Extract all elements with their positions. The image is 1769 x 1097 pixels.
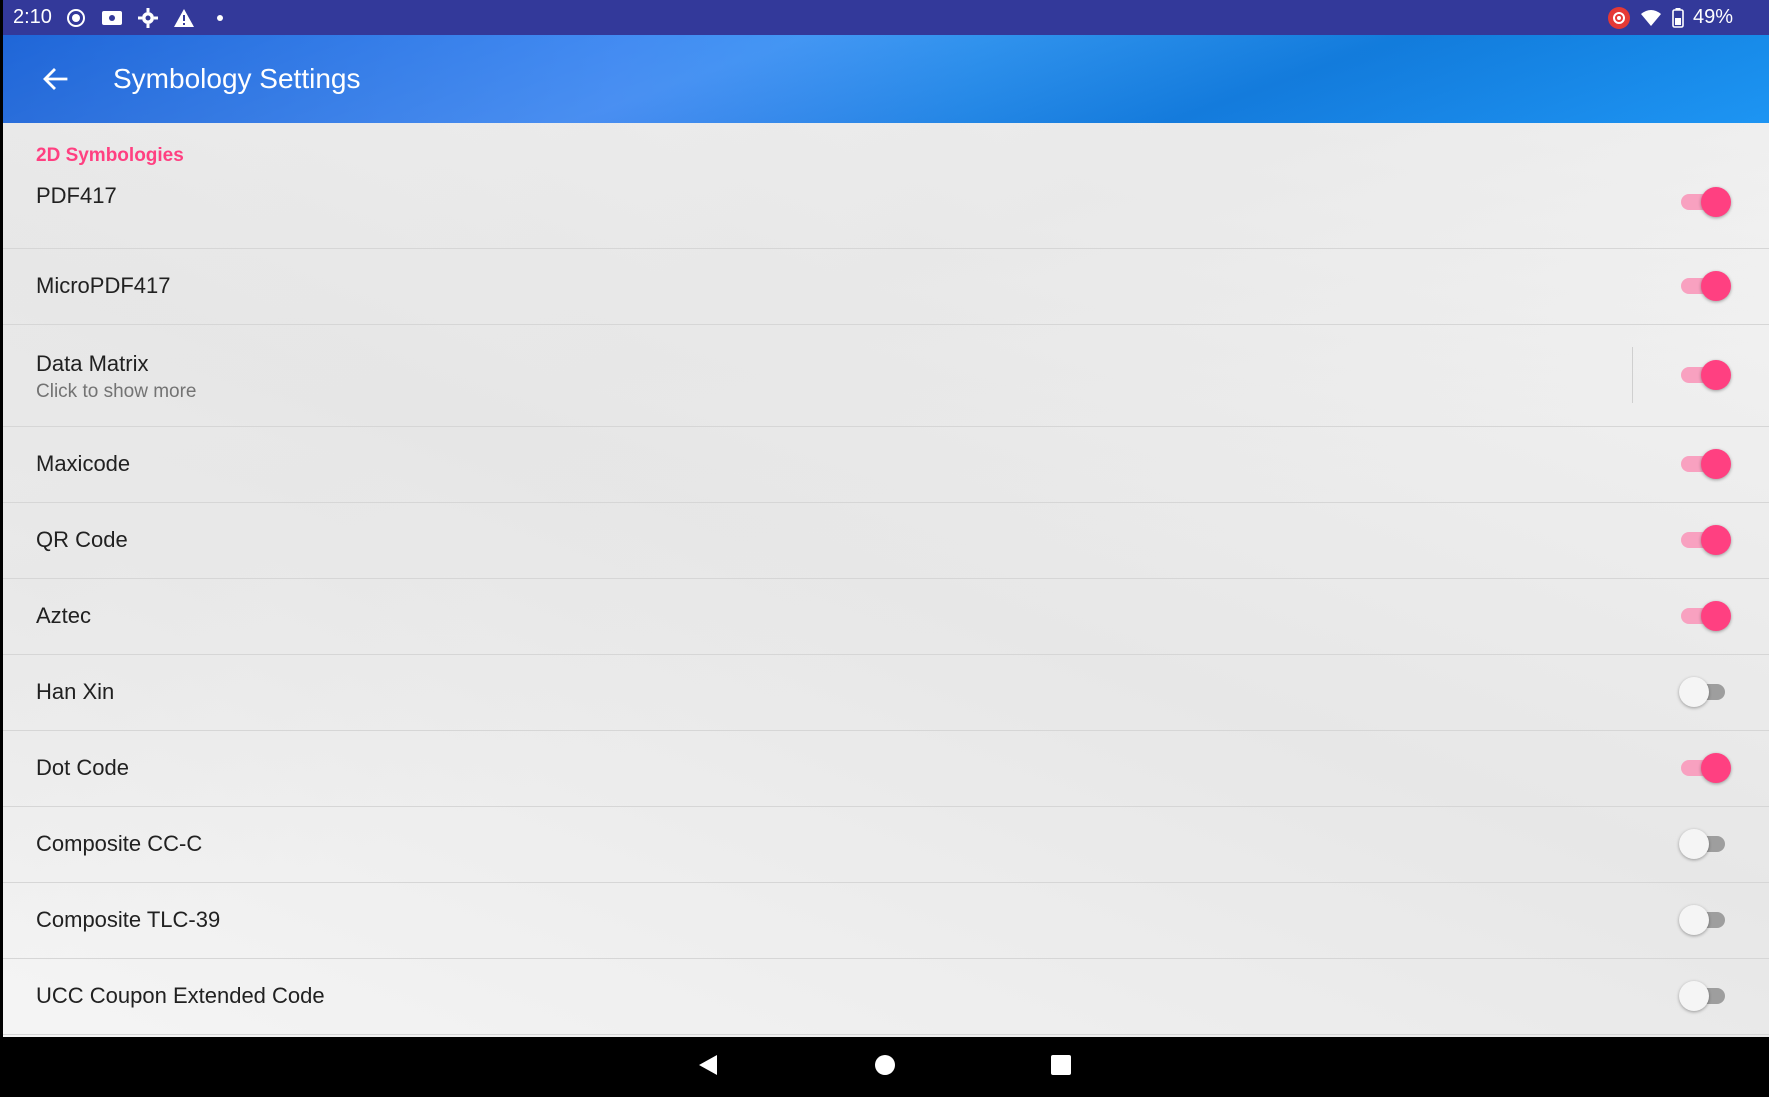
composite-tlc-39-switch[interactable] — [1679, 905, 1729, 935]
switch-thumb — [1701, 525, 1731, 555]
micropdf417-switch[interactable] — [1681, 271, 1731, 301]
pref-row-han-xin[interactable]: Han Xin — [3, 655, 1769, 731]
switch-thumb — [1679, 677, 1709, 707]
switch-thumb — [1679, 829, 1709, 859]
pref-label: UCC Coupon Extended Code — [36, 983, 325, 1008]
pref-label: Data Matrix — [36, 351, 149, 376]
record-indicator-icon — [1607, 6, 1631, 30]
back-triangle-icon — [697, 1053, 719, 1082]
pref-row-qr-code[interactable]: QR Code — [3, 503, 1769, 579]
screen: 2:10 49% Symbology Settings 2D Symbologi… — [3, 0, 1769, 1037]
maxicode-switch[interactable] — [1681, 449, 1731, 479]
page-title: Symbology Settings — [113, 63, 361, 94]
switch-thumb — [1701, 360, 1731, 390]
recents-square-icon — [1050, 1054, 1072, 1081]
home-circle-icon — [874, 1054, 896, 1081]
app-bar: Symbology Settings — [3, 35, 1769, 123]
dot-code-switch[interactable] — [1681, 753, 1731, 783]
switch-thumb — [1701, 449, 1731, 479]
qr-code-switch[interactable] — [1681, 525, 1731, 555]
pref-divider — [1632, 347, 1633, 403]
pref-row-data-matrix[interactable]: Data Matrix Click to show more — [3, 325, 1769, 427]
cast-icon — [100, 6, 124, 30]
pref-label: PDF417 — [36, 183, 117, 208]
pref-row-dot-code[interactable]: Dot Code — [3, 731, 1769, 807]
pref-row-maxicode[interactable]: Maxicode — [3, 427, 1769, 503]
pref-row-pdf417[interactable]: PDF417 — [3, 173, 1769, 249]
settings-content[interactable]: 2D Symbologies PDF417 MicroPDF417 Data M… — [3, 123, 1769, 1037]
pdf417-switch[interactable] — [1681, 187, 1731, 217]
pref-label: Dot Code — [36, 755, 129, 780]
battery-icon — [1671, 6, 1685, 30]
pref-label: Composite TLC-39 — [36, 907, 221, 932]
switch-thumb — [1701, 187, 1731, 217]
pref-row-aztec[interactable]: Aztec — [3, 579, 1769, 655]
settings-gear-icon — [136, 6, 160, 30]
navigation-bar — [0, 1037, 1769, 1097]
screen-record-icon — [64, 6, 88, 30]
symbology-list: PDF417 MicroPDF417 Data Matrix Click to … — [3, 173, 1769, 1035]
han-xin-switch[interactable] — [1679, 677, 1729, 707]
pref-label: Han Xin — [36, 679, 115, 704]
data-matrix-switch[interactable] — [1681, 360, 1731, 390]
status-time: 2:10 — [13, 6, 52, 28]
switch-thumb — [1701, 601, 1731, 631]
pref-label: Aztec — [36, 603, 92, 628]
section-header: 2D Symbologies — [36, 145, 184, 166]
composite-cc-c-switch[interactable] — [1679, 829, 1729, 859]
ucc-coupon-switch[interactable] — [1679, 981, 1729, 1011]
switch-thumb — [1701, 753, 1731, 783]
pref-label: QR Code — [36, 527, 128, 552]
switch-thumb — [1701, 271, 1731, 301]
pref-row-micropdf417[interactable]: MicroPDF417 — [3, 249, 1769, 325]
pref-row-composite-tlc-39[interactable]: Composite TLC-39 — [3, 883, 1769, 959]
back-button[interactable] — [31, 57, 79, 105]
pref-row-composite-cc-c[interactable]: Composite CC-C — [3, 807, 1769, 883]
battery-percent: 49% — [1692, 6, 1733, 28]
pref-summary: Click to show more — [36, 381, 197, 402]
dot-icon — [208, 6, 232, 30]
pref-label: Composite CC-C — [36, 831, 203, 856]
aztec-switch[interactable] — [1681, 601, 1731, 631]
nav-home-button[interactable] — [867, 1049, 903, 1085]
switch-thumb — [1679, 981, 1709, 1011]
nav-recents-button[interactable] — [1043, 1049, 1079, 1085]
pref-row-ucc-coupon-extended-code[interactable]: UCC Coupon Extended Code — [3, 959, 1769, 1035]
nav-back-button[interactable] — [690, 1049, 726, 1085]
switch-thumb — [1679, 905, 1709, 935]
pref-label: MicroPDF417 — [36, 273, 171, 298]
pref-label: Maxicode — [36, 451, 131, 476]
status-bar: 2:10 49% — [3, 0, 1769, 35]
wifi-icon — [1639, 6, 1663, 30]
arrow-back-icon — [42, 67, 68, 96]
warning-icon — [172, 6, 196, 30]
